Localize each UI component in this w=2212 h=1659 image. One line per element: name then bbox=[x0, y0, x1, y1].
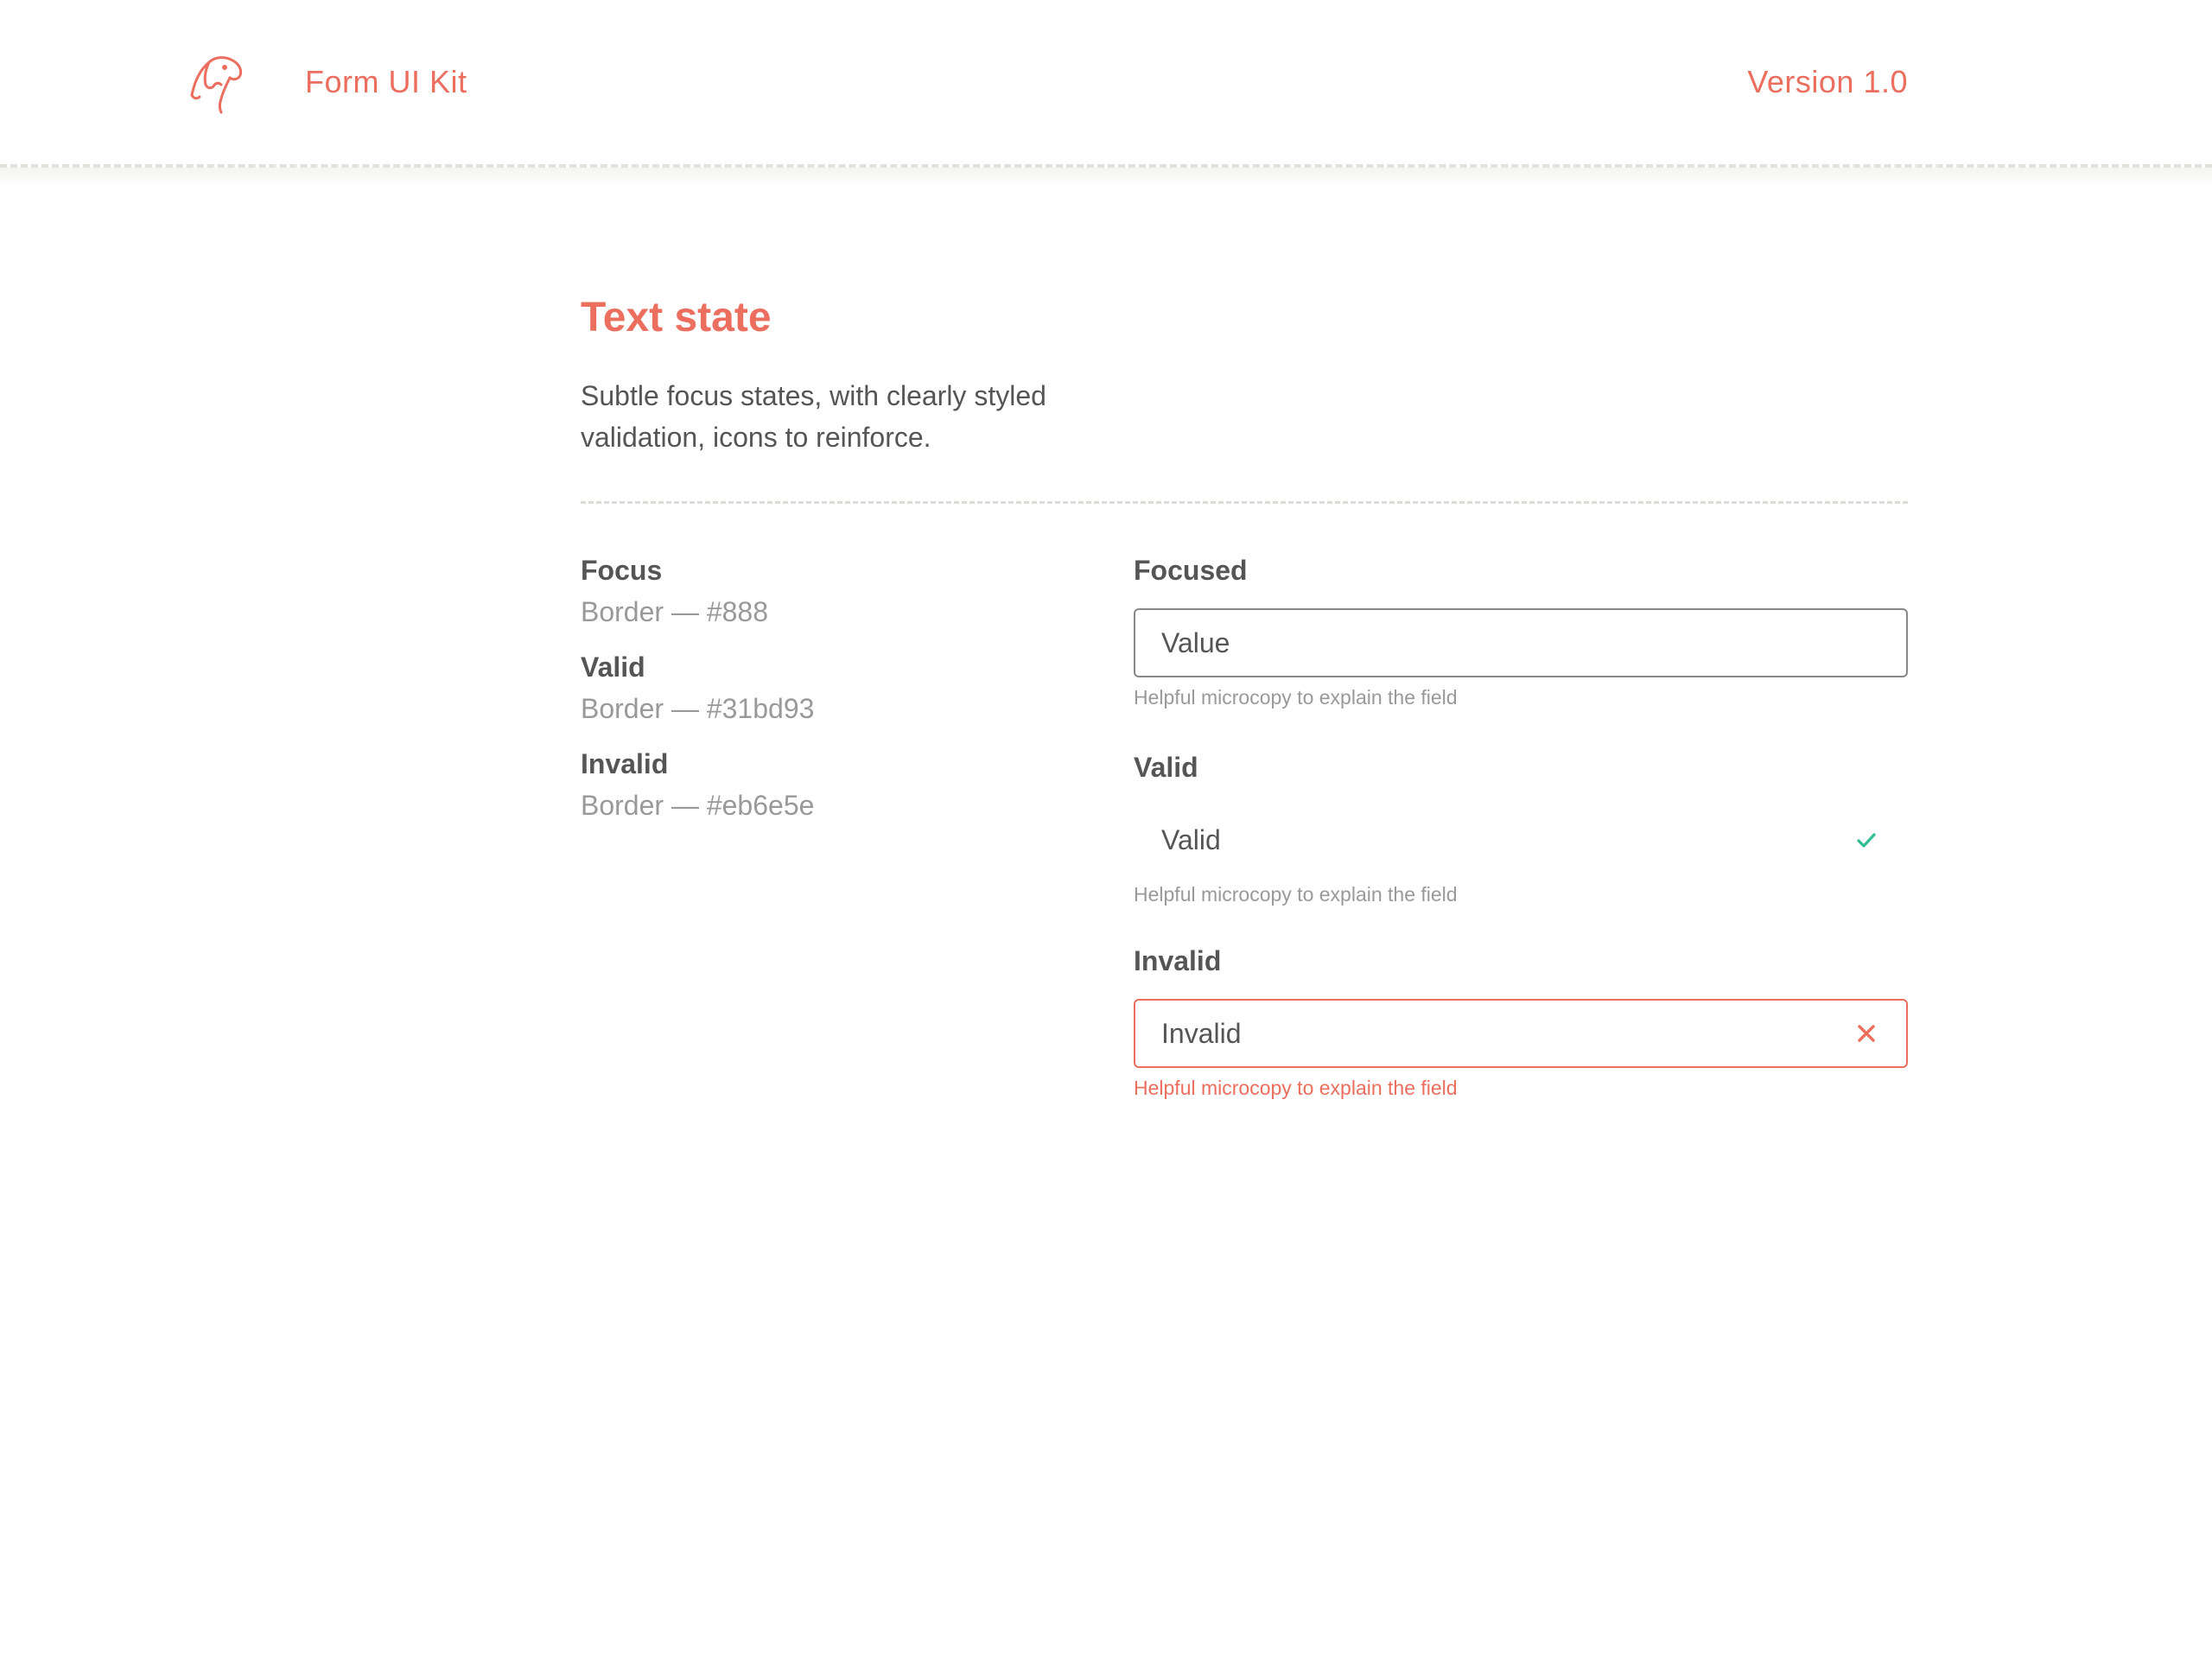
invalid-input[interactable] bbox=[1135, 1001, 1906, 1066]
legend-value-invalid: Border — #eb6e5e bbox=[581, 790, 815, 821]
invalid-field-label: Invalid bbox=[1134, 945, 1222, 976]
valid-field[interactable] bbox=[1134, 805, 1908, 874]
dog-head-icon[interactable] bbox=[187, 52, 245, 114]
legend-value-focus: Border — #888 bbox=[581, 596, 769, 627]
focused-input[interactable] bbox=[1135, 610, 1906, 676]
focused-field-label: Focused bbox=[1134, 555, 1248, 586]
valid-input[interactable] bbox=[1135, 807, 1906, 873]
legend-title-invalid: Invalid bbox=[581, 748, 669, 779]
invalid-field[interactable] bbox=[1134, 999, 1908, 1068]
header-shadow bbox=[0, 168, 2212, 188]
legend-title-valid: Valid bbox=[581, 652, 645, 683]
valid-field-help: Helpful microcopy to explain the field bbox=[1134, 883, 1458, 906]
top-bar: Form UI Kit Version 1.0 bbox=[0, 0, 2212, 166]
legend-value-valid: Border — #31bd93 bbox=[581, 693, 815, 724]
brand-name[interactable]: Form UI Kit bbox=[305, 60, 467, 104]
section-description: Subtle focus states, with clearly styled… bbox=[581, 380, 1046, 453]
version-label: Version 1.0 bbox=[1747, 64, 1908, 99]
valid-field-label: Valid bbox=[1134, 752, 1198, 783]
invalid-field-help: Helpful microcopy to explain the field bbox=[1134, 1077, 1458, 1099]
focused-field-help: Helpful microcopy to explain the field bbox=[1134, 686, 1458, 709]
focused-field[interactable] bbox=[1134, 608, 1908, 677]
section-divider bbox=[581, 501, 1908, 504]
section-title: Text state bbox=[581, 295, 772, 340]
close-icon[interactable] bbox=[1856, 1023, 1877, 1044]
legend-title-focus: Focus bbox=[581, 555, 663, 586]
checkmark-icon bbox=[1857, 833, 1876, 848]
